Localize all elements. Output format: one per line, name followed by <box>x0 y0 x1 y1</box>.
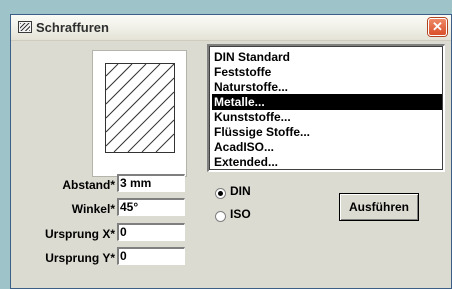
iso-radio-label[interactable]: ISO <box>230 207 251 221</box>
list-item-acadiso[interactable]: AcadISO... <box>212 139 442 155</box>
ursprung-y-label: Ursprung Y* <box>45 251 115 265</box>
list-item-kunststoffe[interactable]: Kunststoffe... <box>212 109 442 125</box>
pattern-category-list[interactable]: DIN Standard Feststoffe Naturstoffe... M… <box>207 44 445 172</box>
list-item-feststoffe[interactable]: Feststoffe <box>212 64 442 80</box>
hatch-preview-pattern <box>105 63 175 153</box>
list-item-naturstoffe[interactable]: Naturstoffe... <box>212 79 442 95</box>
list-item-metalle[interactable]: Metalle... <box>212 94 442 110</box>
list-item-din-standard[interactable]: DIN Standard <box>212 49 442 65</box>
list-item-extended[interactable]: Extended... <box>212 154 442 170</box>
ursprung-x-label: Ursprung X* <box>44 227 115 241</box>
hatch-dialog: Schraffuren ✕ DIN Standard Feststoffe Na… <box>10 14 452 289</box>
apply-button[interactable]: Ausführen <box>339 193 419 221</box>
close-icon: ✕ <box>432 19 443 34</box>
window-title: Schraffuren <box>36 20 109 35</box>
list-item-fluessige-stoffe[interactable]: Flüssige Stoffe... <box>212 124 442 140</box>
din-radio[interactable] <box>215 188 226 199</box>
ursprung-y-field[interactable]: 0 <box>117 247 185 265</box>
winkel-field[interactable]: 45° <box>117 198 185 216</box>
title-bar[interactable]: Schraffuren ✕ <box>11 15 451 41</box>
din-radio-label[interactable]: DIN <box>230 184 251 198</box>
hatch-app-icon <box>18 21 32 33</box>
close-button[interactable]: ✕ <box>428 18 447 36</box>
ursprung-x-field[interactable]: 0 <box>117 223 185 241</box>
abstand-field[interactable]: 3 mm <box>117 174 185 192</box>
iso-radio[interactable] <box>215 211 226 222</box>
winkel-label: Winkel* <box>71 202 115 216</box>
abstand-label: Abstand* <box>62 178 115 192</box>
hatch-preview <box>92 50 187 177</box>
hatch-lines <box>105 63 175 153</box>
